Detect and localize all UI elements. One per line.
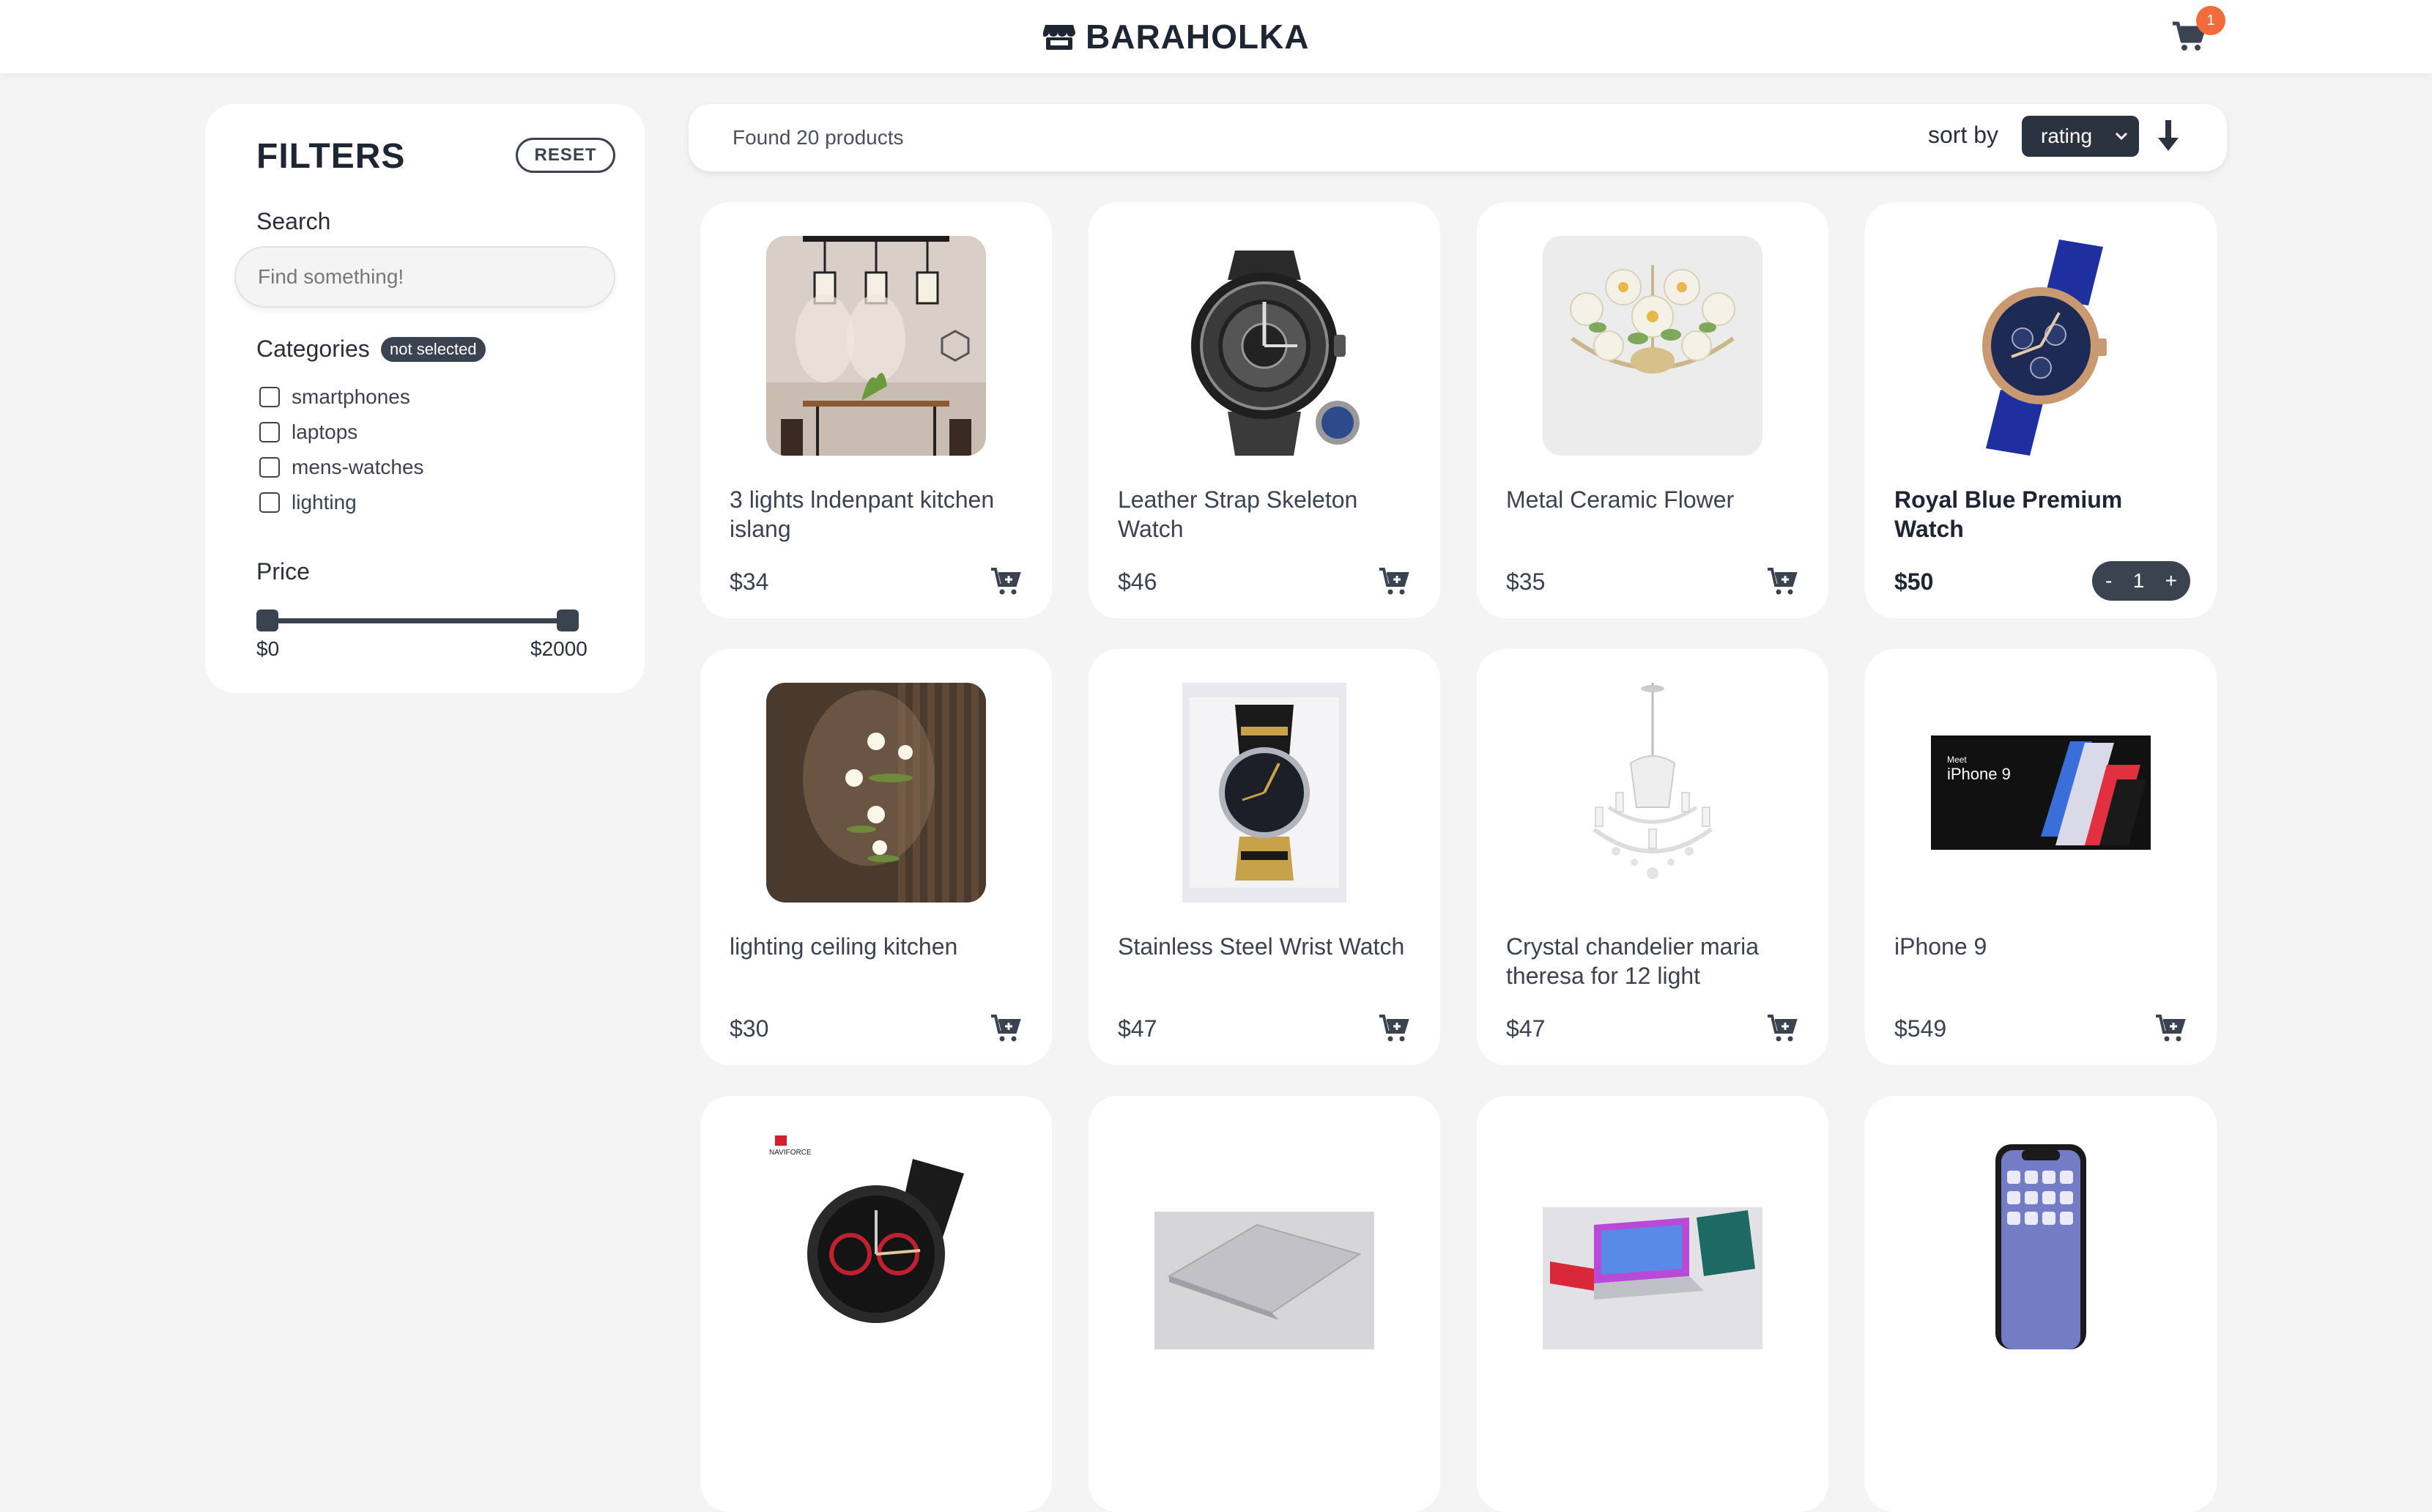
product-card[interactable]: Metal Ceramic Flower $35 bbox=[1477, 202, 1828, 618]
naviforce-watch-image: NAVIFORCE bbox=[766, 1130, 986, 1349]
sort-select-value: rating bbox=[2041, 125, 2093, 147]
price-min-handle[interactable] bbox=[256, 609, 278, 631]
category-item-laptops[interactable]: laptops bbox=[259, 415, 424, 450]
results-toolbar: Found 20 products sort by rating bbox=[689, 104, 2227, 171]
ceramic-flower-chandelier-image bbox=[1543, 236, 1762, 456]
product-title[interactable]: Crystal chandelier maria theresa for 12 … bbox=[1506, 932, 1799, 990]
chevron-down-icon bbox=[2115, 132, 2128, 141]
category-item-mens-watches[interactable]: mens-watches bbox=[259, 450, 424, 485]
product-price: $35 bbox=[1506, 568, 1546, 595]
category-item-lighting[interactable]: lighting bbox=[259, 485, 424, 520]
iphone-image-caption: iPhone 9 bbox=[1947, 765, 2011, 783]
iphone-x-image bbox=[1931, 1130, 2151, 1349]
results-count: Found 20 products bbox=[733, 126, 904, 149]
product-price: $549 bbox=[1894, 1015, 1947, 1042]
store-icon bbox=[1043, 22, 1075, 51]
brand-logo[interactable]: BARAHOLKA bbox=[1043, 16, 1309, 57]
categories-status-badge: not selected bbox=[381, 337, 486, 362]
quantity-stepper[interactable]: - 1 + bbox=[2092, 561, 2190, 601]
ceiling-lights-image bbox=[766, 683, 986, 903]
product-title[interactable]: Royal Blue Premium Watch bbox=[1894, 485, 2187, 544]
product-title[interactable]: iPhone 9 bbox=[1894, 932, 2187, 961]
product-card[interactable] bbox=[1477, 1096, 1828, 1512]
decrement-button[interactable]: - bbox=[2105, 569, 2112, 593]
product-card[interactable]: Meet iPhone 9 iPhone 9 $549 bbox=[1865, 649, 2217, 1065]
product-title[interactable]: Stainless Steel Wrist Watch bbox=[1118, 932, 1411, 961]
category-label: mens-watches bbox=[292, 456, 424, 478]
add-to-cart-icon[interactable] bbox=[990, 1014, 1021, 1043]
quantity-value: 1 bbox=[2132, 569, 2145, 592]
product-price: $47 bbox=[1118, 1015, 1157, 1042]
price-range-slider[interactable] bbox=[256, 607, 579, 636]
sort-direction-arrow-icon[interactable] bbox=[2158, 120, 2179, 152]
cart-button[interactable]: 1 bbox=[2168, 6, 2225, 60]
product-title[interactable]: Leather Strap Skeleton Watch bbox=[1118, 485, 1411, 544]
filters-panel: FILTERS RESET Search Categories not sele… bbox=[205, 104, 645, 693]
category-item-smartphones[interactable]: smartphones bbox=[259, 379, 424, 415]
search-input[interactable] bbox=[234, 246, 615, 308]
price-max-handle[interactable] bbox=[557, 609, 579, 631]
iphone-9-image: Meet iPhone 9 bbox=[1931, 683, 2151, 903]
product-price: $50 bbox=[1894, 568, 1934, 595]
categories-label: Categories bbox=[256, 336, 370, 362]
product-card[interactable]: Stainless Steel Wrist Watch $47 bbox=[1089, 649, 1440, 1065]
sort-select[interactable]: rating bbox=[2022, 116, 2139, 157]
increment-button[interactable]: + bbox=[2165, 569, 2177, 593]
category-label: lighting bbox=[292, 491, 357, 514]
category-list: smartphones laptops mens-watches lightin… bbox=[259, 379, 424, 520]
product-card[interactable]: Leather Strap Skeleton Watch $46 bbox=[1089, 202, 1440, 618]
product-title[interactable]: lighting ceiling kitchen bbox=[730, 932, 1023, 961]
product-card[interactable]: lighting ceiling kitchen $30 bbox=[700, 649, 1052, 1065]
category-label: laptops bbox=[292, 420, 358, 443]
product-card[interactable]: NAVIFORCE bbox=[700, 1096, 1052, 1512]
wrist-watch-box-image bbox=[1154, 683, 1374, 903]
price-max-value: $2000 bbox=[530, 637, 587, 660]
product-price: $46 bbox=[1118, 568, 1157, 595]
category-checkbox[interactable] bbox=[259, 422, 280, 442]
product-card[interactable]: 3 lights lndenpant kitchen islang $34 bbox=[700, 202, 1052, 618]
product-card[interactable]: Royal Blue Premium Watch $50 - 1 + bbox=[1865, 202, 2217, 618]
category-checkbox[interactable] bbox=[259, 492, 280, 513]
top-header: BARAHOLKA 1 bbox=[0, 0, 2432, 73]
watch-brand-text: NAVIFORCE bbox=[769, 1149, 812, 1157]
product-card[interactable] bbox=[1089, 1096, 1440, 1512]
crystal-chandelier-image bbox=[1543, 683, 1762, 903]
blue-watch-image bbox=[1931, 236, 2151, 456]
laptops-image bbox=[1543, 1130, 1762, 1349]
search-label: Search bbox=[256, 208, 331, 234]
category-checkbox[interactable] bbox=[259, 457, 280, 478]
iphone-image-caption-small: Meet bbox=[1947, 755, 1967, 765]
product-title[interactable]: 3 lights lndenpant kitchen islang bbox=[730, 485, 1023, 544]
product-card[interactable] bbox=[1865, 1096, 2217, 1512]
cart-count-badge: 1 bbox=[2196, 6, 2225, 35]
add-to-cart-icon[interactable] bbox=[1379, 1014, 1409, 1043]
add-to-cart-icon[interactable] bbox=[990, 567, 1021, 596]
price-label: Price bbox=[256, 558, 310, 585]
product-price: $30 bbox=[730, 1015, 769, 1042]
product-title[interactable]: Metal Ceramic Flower bbox=[1506, 485, 1799, 514]
category-checkbox[interactable] bbox=[259, 387, 280, 407]
slider-track bbox=[264, 618, 571, 623]
product-price: $47 bbox=[1506, 1015, 1546, 1042]
pendant-lights-image bbox=[766, 236, 986, 456]
silver-laptop-image bbox=[1154, 1130, 1374, 1349]
add-to-cart-icon[interactable] bbox=[1767, 1014, 1798, 1043]
product-price: $34 bbox=[730, 568, 769, 595]
skeleton-watch-image bbox=[1154, 236, 1374, 456]
add-to-cart-icon[interactable] bbox=[2155, 1014, 2186, 1043]
brand-name: BARAHOLKA bbox=[1086, 18, 1310, 56]
product-card[interactable]: Crystal chandelier maria theresa for 12 … bbox=[1477, 649, 1828, 1065]
sort-label: sort by bbox=[1928, 122, 1999, 148]
filters-title: FILTERS bbox=[256, 137, 406, 176]
category-label: smartphones bbox=[292, 385, 410, 408]
reset-button[interactable]: RESET bbox=[516, 138, 615, 173]
add-to-cart-icon[interactable] bbox=[1379, 567, 1409, 596]
price-min-value: $0 bbox=[256, 637, 280, 660]
add-to-cart-icon[interactable] bbox=[1767, 567, 1798, 596]
